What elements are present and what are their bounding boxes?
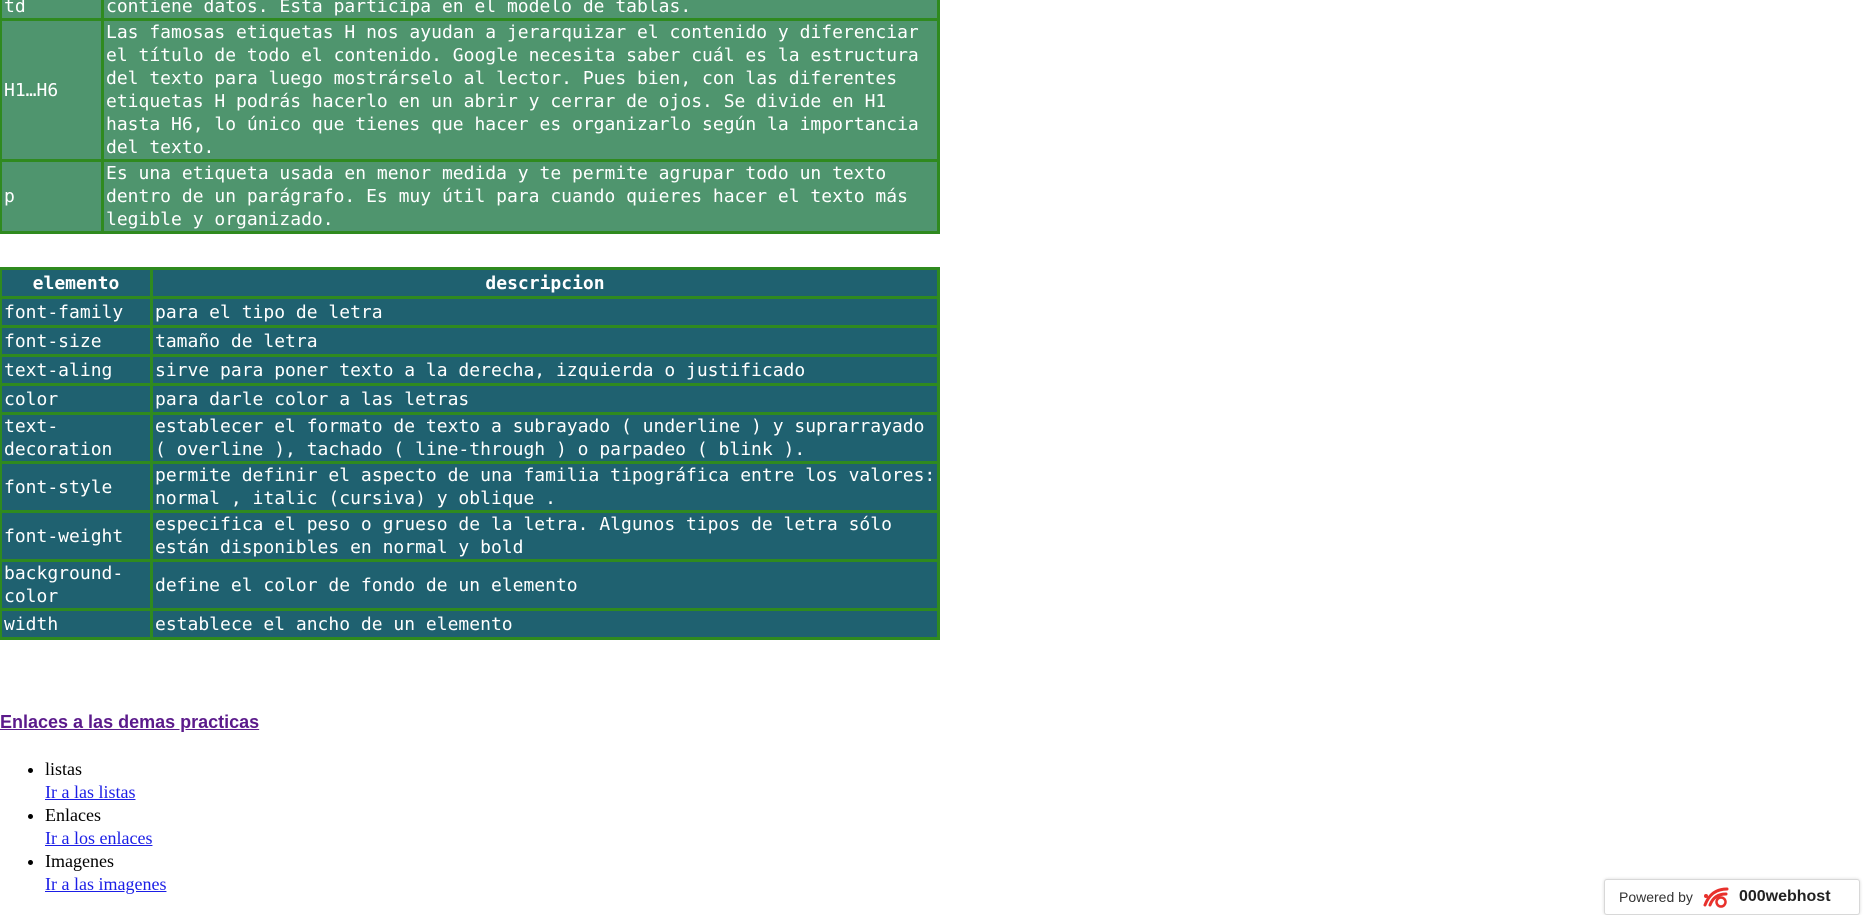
description-cell: Es una etiqueta usada en menor medida y … [101,159,940,234]
tag-cell: p [0,159,104,234]
description-cell: define el color de fondo de un elemento [150,559,940,611]
list-item: Enlaces Ir a los enlaces [45,804,166,850]
property-cell: color [0,383,153,415]
property-cell: width [0,608,153,640]
list-item-label: Enlaces [45,805,101,825]
column-header-elemento: elemento [0,267,153,299]
list-item-label: listas [45,759,83,779]
property-cell: text-decoration [0,412,153,464]
table-row: color para darle color a las letras [0,383,940,415]
table-row: font-family para el tipo de letra [0,296,940,328]
table-header-row: elemento descripcion [0,267,940,299]
powered-by-badge[interactable]: Powered by 000webhost [1604,879,1860,915]
tag-cell: td [0,0,104,21]
link-listas[interactable]: Ir a las listas [45,782,135,802]
table-row: text-decoration establecer el formato de… [0,412,940,464]
tags-table: td contiene datos. Esta participa en el … [0,0,940,234]
practices-list: listas Ir a las listas Enlaces Ir a los … [0,758,166,896]
table-row: font-weight especifica el peso o grueso … [0,510,940,562]
powered-by-label: Powered by [1619,889,1693,905]
description-cell: establece el ancho de un elemento [150,608,940,640]
property-cell: font-family [0,296,153,328]
practices-links-heading[interactable]: Enlaces a las demas practicas [0,712,259,733]
table-row: width establece el ancho de un elemento [0,608,940,640]
table-row: text-aling sirve para poner texto a la d… [0,354,940,386]
link-enlaces[interactable]: Ir a los enlaces [45,828,152,848]
table-row: p Es una etiqueta usada en menor medida … [0,159,940,234]
description-cell: contiene datos. Esta participa en el mod… [101,0,940,21]
list-item-label: Imagenes [45,851,114,871]
list-item: listas Ir a las listas [45,758,166,804]
table-row: td contiene datos. Esta participa en el … [0,0,940,21]
property-cell: font-size [0,325,153,357]
000webhost-logo-icon [1701,885,1731,909]
property-cell: font-weight [0,510,153,562]
page: td contiene datos. Esta participa en el … [0,0,1871,915]
table-row: font-size tamaño de letra [0,325,940,357]
column-header-descripcion: descripcion [150,267,940,299]
link-imagenes[interactable]: Ir a las imagenes [45,874,166,894]
description-cell: sirve para poner texto a la derecha, izq… [150,354,940,386]
css-properties-table: elemento descripcion font-family para el… [0,267,940,640]
tag-cell: H1…H6 [0,18,104,162]
description-cell: especifica el peso o grueso de la letra.… [150,510,940,562]
description-cell: establecer el formato de texto a subraya… [150,412,940,464]
table-row: H1…H6 Las famosas etiquetas H nos ayudan… [0,18,940,162]
description-cell: para el tipo de letra [150,296,940,328]
description-cell: permite definir el aspecto de una famili… [150,461,940,513]
property-cell: background-color [0,559,153,611]
description-cell: Las famosas etiquetas H nos ayudan a jer… [101,18,940,162]
brand-name: 000webhost [1738,888,1831,905]
property-cell: text-aling [0,354,153,386]
table-row: font-style permite definir el aspecto de… [0,461,940,513]
description-cell: tamaño de letra [150,325,940,357]
property-cell: font-style [0,461,153,513]
list-item: Imagenes Ir a las imagenes [45,850,166,896]
description-cell: para darle color a las letras [150,383,940,415]
table-row: background-color define el color de fond… [0,559,940,611]
